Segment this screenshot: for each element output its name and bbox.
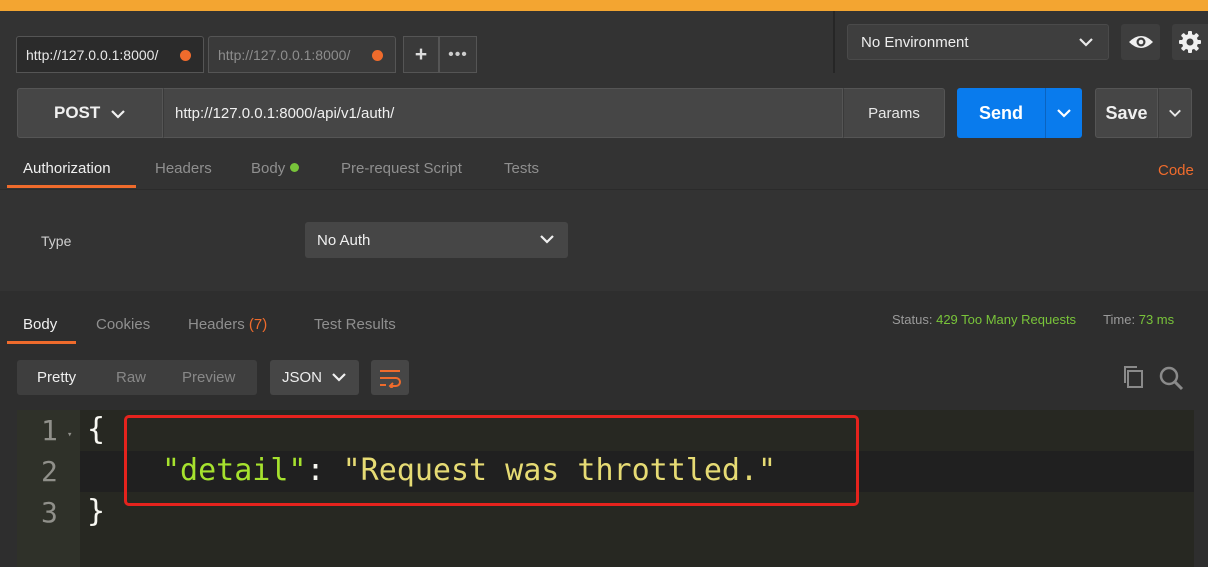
tab-body-label: Body <box>251 160 286 177</box>
copy-icon[interactable] <box>1122 365 1144 389</box>
format-select[interactable]: JSON <box>270 360 359 395</box>
fold-toggle-icon[interactable]: ▾ <box>67 430 72 440</box>
auth-type-select[interactable]: No Auth <box>305 222 568 258</box>
tab-pre-request-script[interactable]: Pre-request Script <box>341 160 462 177</box>
response-tab-cookies[interactable]: Cookies <box>96 316 150 333</box>
auth-type-value: No Auth <box>317 231 371 249</box>
headers-count-badge: (7) <box>248 316 268 333</box>
environment-select[interactable]: No Environment <box>847 24 1109 60</box>
tab-body[interactable]: Body <box>251 160 300 177</box>
line-number: 1 <box>41 414 58 447</box>
window-top-bar <box>0 0 1208 11</box>
eye-icon <box>1128 36 1153 48</box>
divider <box>0 189 1208 190</box>
unsaved-dot-icon <box>180 50 191 61</box>
method-value: POST <box>54 103 101 122</box>
response-meta: Status: 429 Too Many Requests Time: 73 m… <box>892 312 1174 327</box>
status-value: 429 Too Many Requests <box>936 312 1077 327</box>
wrap-lines-icon <box>380 369 401 388</box>
response-tab-headers[interactable]: Headers (7) <box>188 316 267 333</box>
save-options-button[interactable] <box>1158 88 1192 138</box>
chevron-down-icon <box>1079 38 1093 47</box>
auth-type-label: Type <box>41 233 72 249</box>
send-options-button[interactable] <box>1045 88 1082 138</box>
generate-code-link[interactable]: Code <box>1158 162 1194 179</box>
environment-select-value: No Environment <box>861 33 969 51</box>
wrap-lines-button[interactable] <box>371 360 409 395</box>
method-select[interactable]: POST <box>17 88 163 138</box>
view-mode-group: Pretty Raw Preview <box>17 360 257 395</box>
line-number: 3 <box>41 496 58 529</box>
send-button[interactable]: Send <box>957 88 1045 138</box>
new-tab-button[interactable]: + <box>403 36 439 73</box>
active-response-tab-indicator <box>7 341 76 344</box>
status-label: Status: <box>892 312 933 327</box>
response-tab-body[interactable]: Body <box>23 316 57 333</box>
params-button[interactable]: Params <box>843 88 945 138</box>
request-tab[interactable]: http://127.0.0.1:8000/ <box>208 36 396 73</box>
save-button[interactable]: Save <box>1095 88 1158 138</box>
body-indicator-dot-icon <box>290 163 300 172</box>
search-icon[interactable] <box>1158 365 1184 391</box>
chevron-down-icon <box>332 373 346 382</box>
code-line-1: { <box>87 412 106 447</box>
settings-button[interactable] <box>1172 24 1208 60</box>
tab-options-button[interactable]: ••• <box>439 36 477 73</box>
time-value: 73 ms <box>1138 312 1175 327</box>
response-tab-headers-label: Headers <box>188 316 245 333</box>
line-number: 2 <box>41 455 58 488</box>
chevron-down-icon <box>111 110 125 119</box>
view-preview-button[interactable]: Preview <box>182 369 235 386</box>
tab-tests[interactable]: Tests <box>504 160 539 177</box>
unsaved-dot-icon <box>372 50 383 61</box>
environment-quick-look-button[interactable] <box>1121 24 1160 60</box>
request-tab-active[interactable]: http://127.0.0.1:8000/ <box>16 36 204 73</box>
highlight-annotation-box <box>124 415 859 506</box>
tab-authorization[interactable]: Authorization <box>23 160 111 177</box>
format-value: JSON <box>282 369 323 386</box>
active-tab-indicator <box>7 185 136 188</box>
header-divider <box>833 11 835 73</box>
tab-label: http://127.0.0.1:8000/ <box>26 46 159 63</box>
time-label: Time: <box>1103 312 1136 327</box>
url-input[interactable] <box>163 88 843 138</box>
view-pretty-button[interactable]: Pretty <box>37 369 76 386</box>
chevron-down-icon <box>540 235 554 244</box>
tab-headers[interactable]: Headers <box>155 160 212 177</box>
code-line-3: } <box>87 494 106 529</box>
view-raw-button[interactable]: Raw <box>116 369 146 386</box>
gear-icon <box>1179 31 1201 53</box>
chevron-down-icon <box>1169 109 1181 117</box>
tab-label: http://127.0.0.1:8000/ <box>218 46 351 63</box>
response-tab-test-results[interactable]: Test Results <box>314 316 396 333</box>
chevron-down-icon <box>1057 109 1071 118</box>
